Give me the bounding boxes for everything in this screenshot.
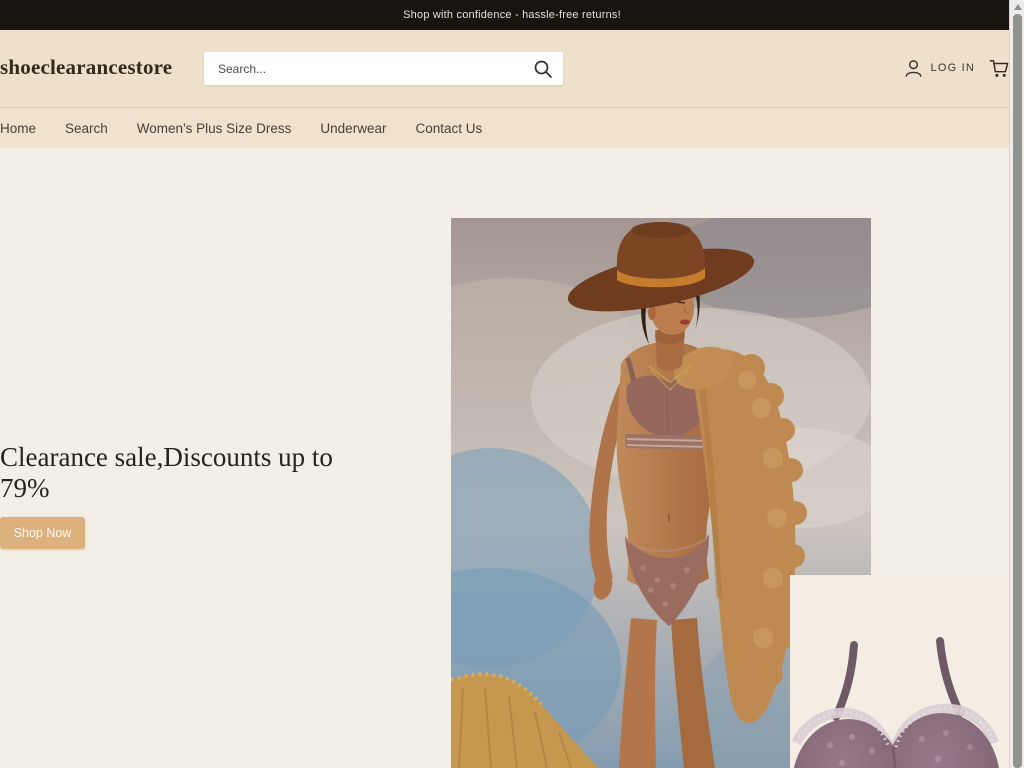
search-bar [204, 52, 563, 85]
nav-item-home[interactable]: Home [0, 121, 36, 136]
scrollbar-up-arrow[interactable] [1014, 4, 1022, 10]
scrollbar-thumb[interactable] [1013, 14, 1022, 768]
nav-item-contact-us[interactable]: Contact Us [415, 121, 482, 136]
announcement-bar: Shop with confidence - hassle-free retur… [0, 0, 1024, 30]
site-header: shoeclearancestore LOG IN [0, 30, 1024, 107]
hero-title-line1: Clearance sale,Discounts up to [0, 442, 430, 473]
vertical-scrollbar[interactable] [1009, 0, 1024, 768]
cart-button[interactable] [988, 58, 1010, 79]
product-image-card[interactable] [790, 575, 1024, 768]
person-icon [903, 58, 924, 79]
storefront-page: Shop with confidence - hassle-free retur… [0, 0, 1024, 768]
hero-title-line2: 79% [0, 473, 430, 504]
nav-item-underwear[interactable]: Underwear [320, 121, 386, 136]
store-logo[interactable]: shoeclearancestore [0, 55, 172, 80]
magnifier-icon [533, 59, 553, 79]
main-navigation: Home Search Women's Plus Size Dress Unde… [0, 107, 1024, 148]
shop-now-button[interactable]: Shop Now [0, 517, 85, 549]
shopping-cart-icon [988, 58, 1010, 79]
search-submit-button[interactable] [529, 55, 557, 82]
login-link[interactable]: LOG IN [903, 58, 976, 79]
bra-product-image [790, 575, 1024, 768]
search-input[interactable] [204, 52, 519, 85]
header-actions: LOG IN [903, 54, 1011, 82]
announcement-text: Shop with confidence - hassle-free retur… [403, 9, 621, 21]
nav-item-womens-plus-size-dress[interactable]: Women's Plus Size Dress [137, 121, 292, 136]
nav-item-search[interactable]: Search [65, 121, 108, 136]
login-label: LOG IN [931, 62, 976, 74]
hero-title: Clearance sale,Discounts up to 79% [0, 442, 430, 504]
